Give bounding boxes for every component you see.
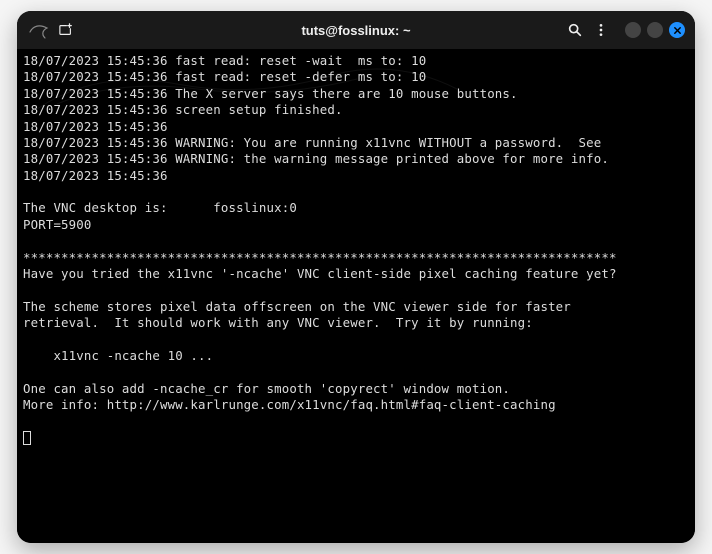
minimize-button[interactable] [625, 22, 641, 38]
titlebar: tuts@fosslinux: ~ [17, 11, 695, 49]
cursor [23, 431, 31, 445]
close-button[interactable] [669, 22, 685, 38]
window-controls [625, 22, 685, 38]
window-title: tuts@fosslinux: ~ [301, 23, 410, 38]
titlebar-right [567, 22, 685, 38]
search-button[interactable] [567, 22, 583, 38]
terminal-output[interactable]: 18/07/2023 15:45:36 fast read: reset -wa… [17, 49, 695, 543]
maximize-button[interactable] [647, 22, 663, 38]
new-tab-button[interactable] [59, 23, 73, 37]
kali-logo-icon [27, 18, 51, 42]
titlebar-left [27, 18, 73, 42]
menu-button[interactable] [593, 22, 609, 38]
terminal-window: tuts@fosslinux: ~ [17, 11, 695, 543]
